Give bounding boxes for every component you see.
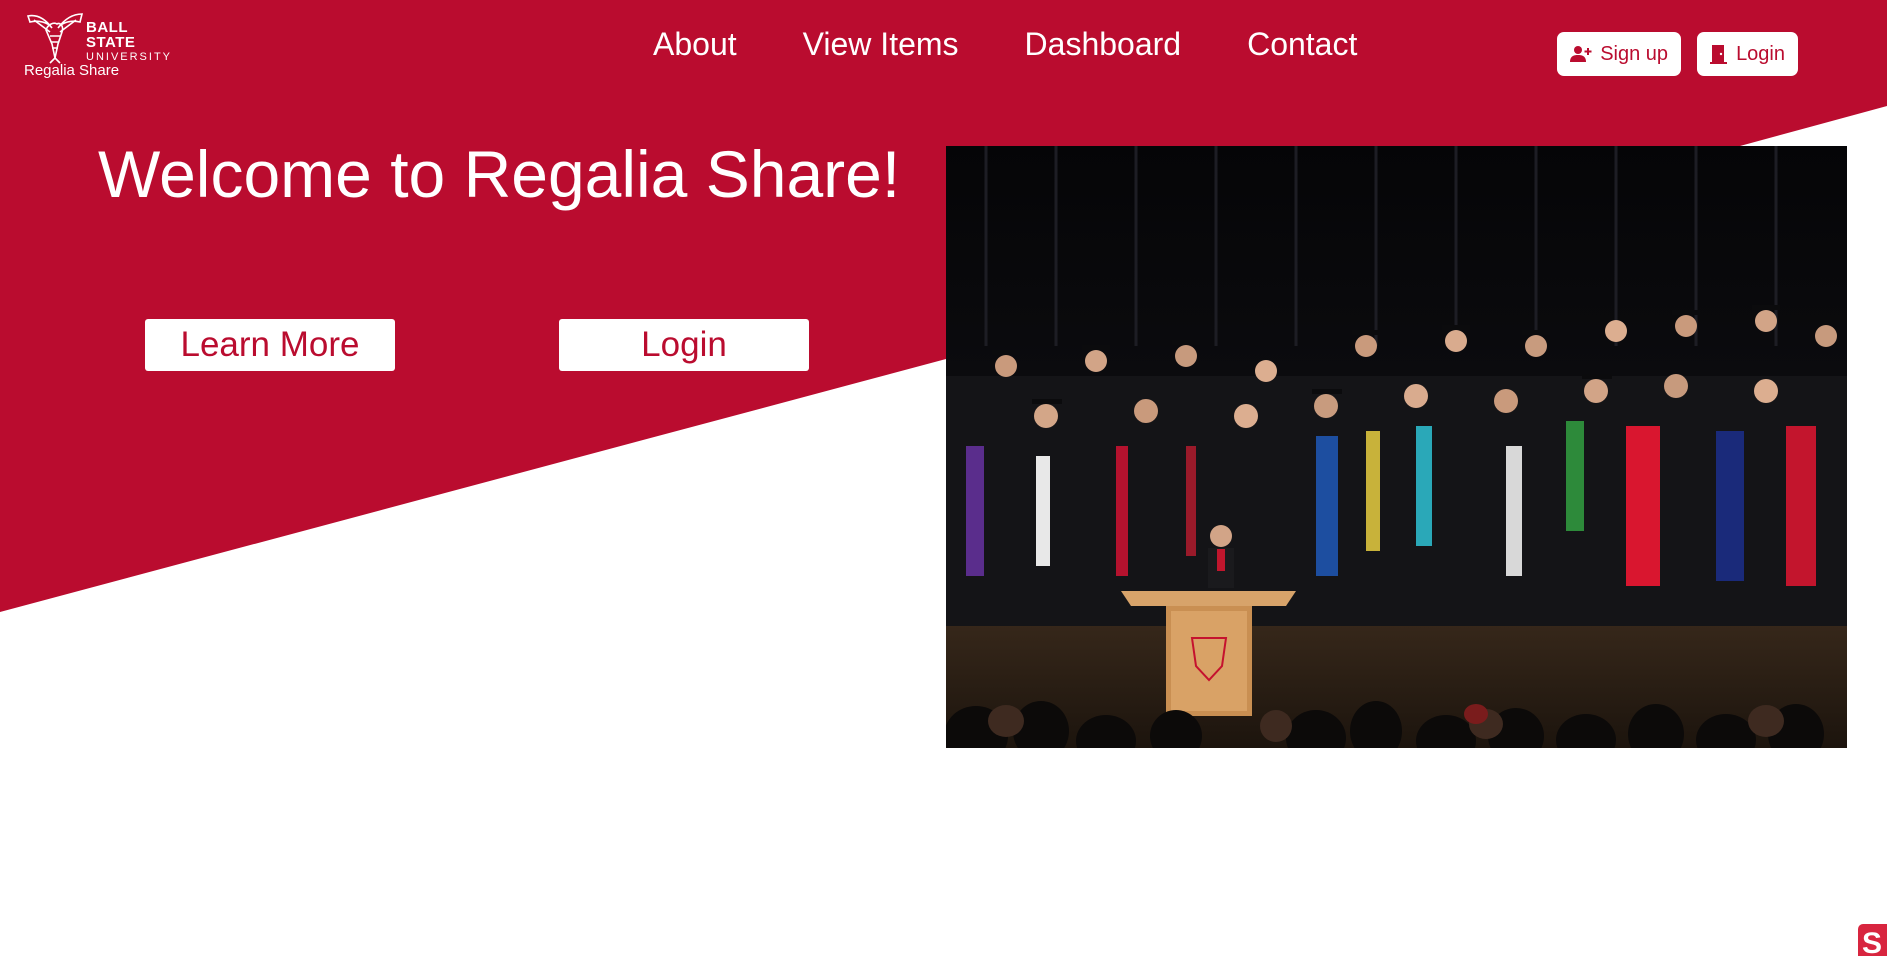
floating-chat-badge[interactable]: S <box>1858 924 1887 956</box>
nav-contact[interactable]: Contact <box>1214 22 1390 67</box>
nav-view-items[interactable]: View Items <box>770 22 992 67</box>
learn-more-button[interactable]: Learn More <box>145 319 395 371</box>
university-line-1: BALL STATE <box>86 19 136 51</box>
hero-image <box>946 146 1847 748</box>
main-nav: About View Items Dashboard Contact <box>620 22 1390 67</box>
page: BALL STATE UNIVERSITY Regalia Share Abou… <box>0 0 1887 956</box>
nav-dashboard[interactable]: Dashboard <box>992 22 1215 67</box>
signup-label: Sign up <box>1600 42 1669 65</box>
header-login-label: Login <box>1736 42 1785 65</box>
cardinal-logo-icon <box>26 13 84 64</box>
header-login-button[interactable]: Login <box>1697 32 1798 76</box>
nav-about[interactable]: About <box>620 22 770 67</box>
university-wordmark: BALL STATE UNIVERSITY <box>86 20 174 63</box>
user-plus-icon <box>1570 46 1592 62</box>
signup-button[interactable]: Sign up <box>1557 32 1682 76</box>
door-icon <box>1710 45 1728 64</box>
hero-login-button[interactable]: Login <box>559 319 809 371</box>
auth-actions: Sign up Login <box>1557 32 1798 76</box>
app-name: Regalia Share <box>24 62 120 79</box>
hero-headline: Welcome to Regalia Share! <box>98 137 901 211</box>
